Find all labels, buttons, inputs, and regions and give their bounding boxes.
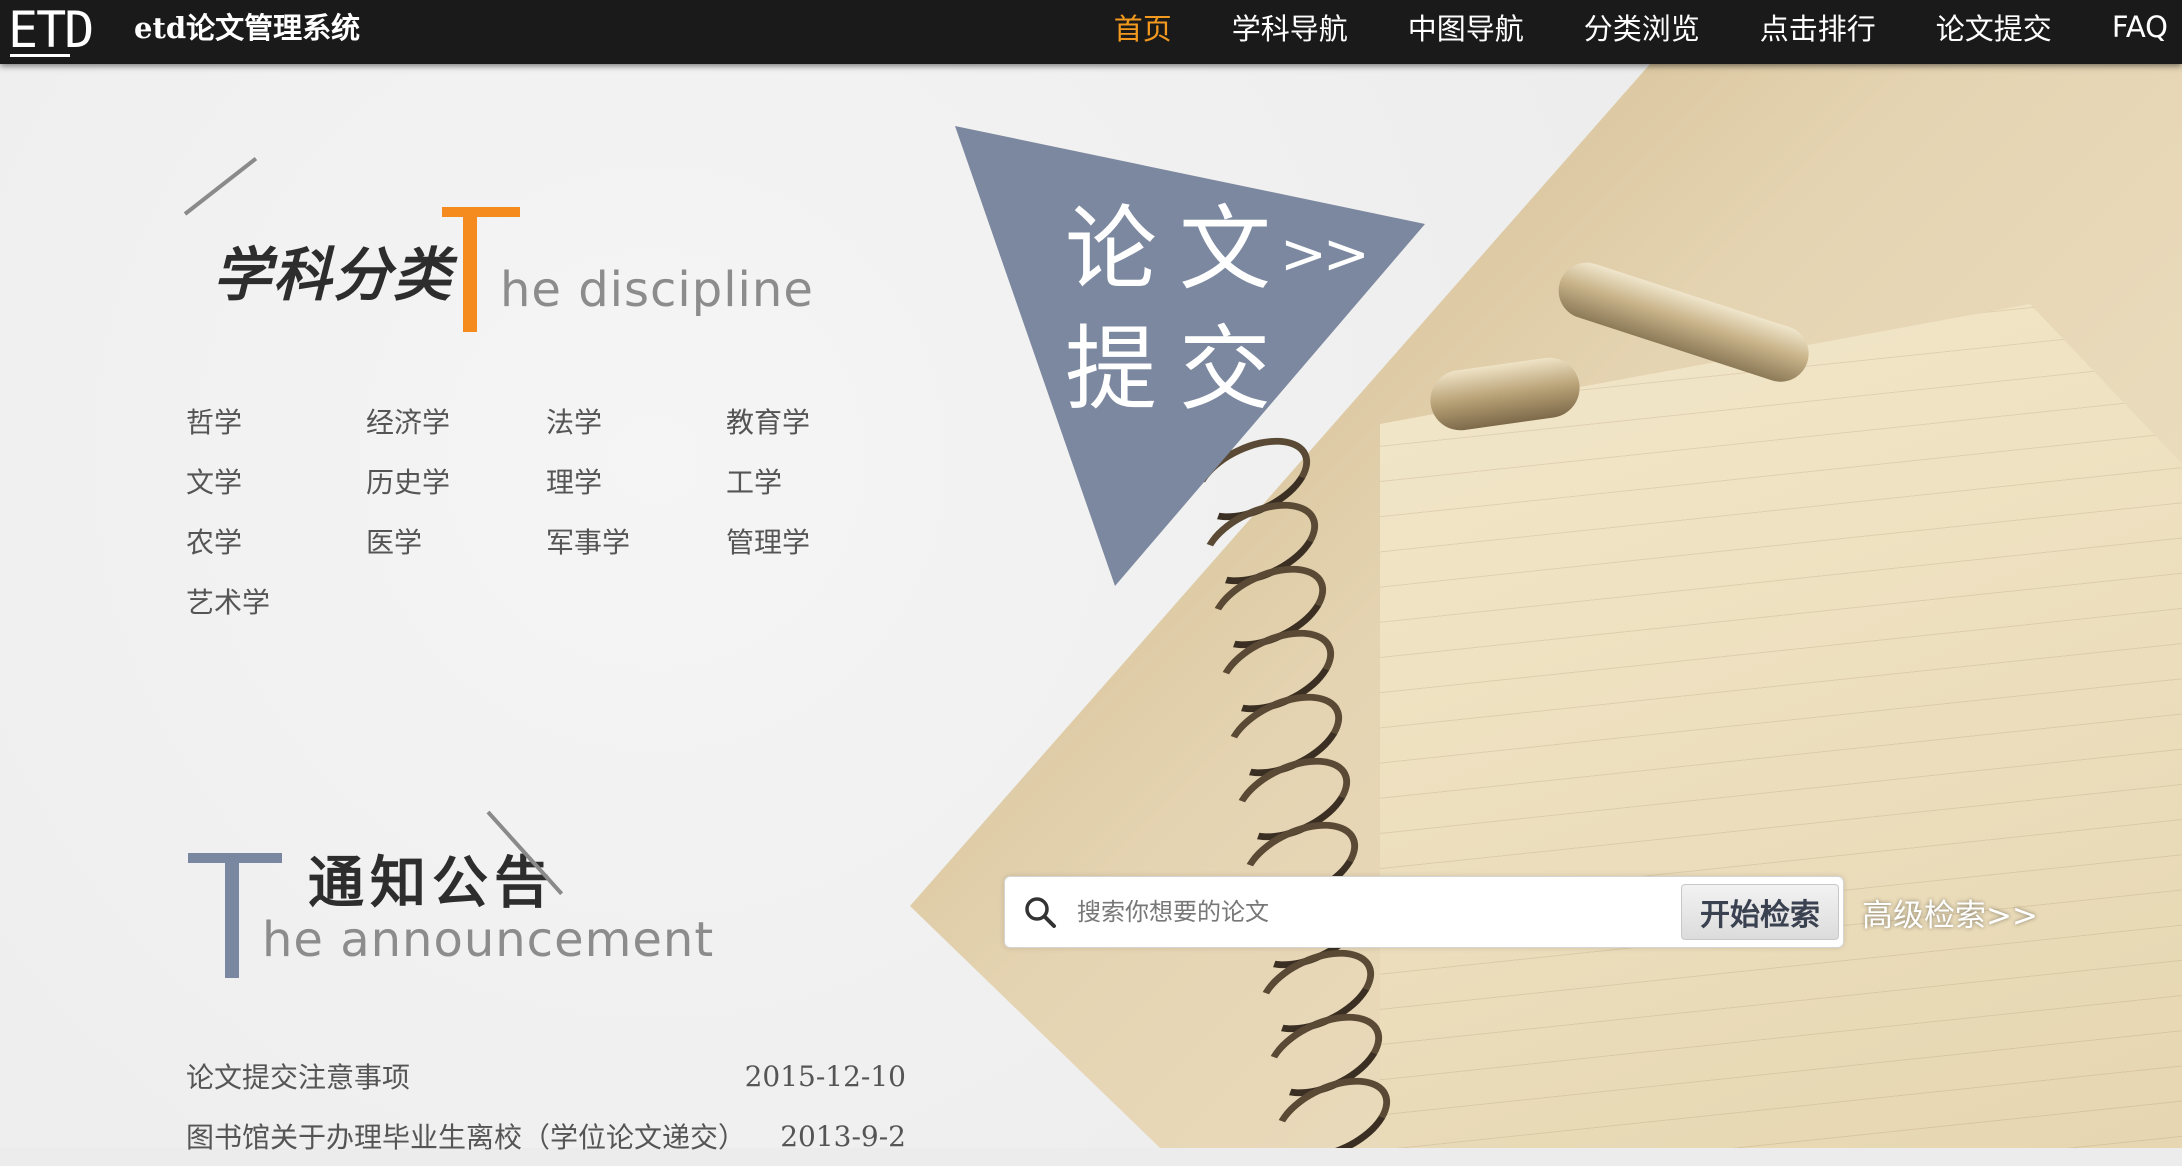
start-search-button[interactable]: 开始检索 <box>1681 884 1839 940</box>
announcement-title[interactable]: 图书馆关于办理毕业生离校（学位论文递交） <box>186 1116 746 1156</box>
app-title: etd论文管理系统 <box>134 11 361 45</box>
discipline-link[interactable]: 经济学 <box>366 404 546 442</box>
discipline-link[interactable]: 教育学 <box>726 404 906 442</box>
announcement-row: 图书馆关于办理毕业生离校（学位论文递交） 2013-9-2 <box>186 1106 906 1166</box>
nav-item-6[interactable]: FAQ <box>2112 10 2168 44</box>
submit-banner-line1[interactable]: 论文 <box>1065 200 1293 300</box>
logo-underline <box>10 54 70 57</box>
discipline-heading-T-stem <box>463 212 477 332</box>
submit-banner-line2[interactable]: 提交 <box>1065 320 1293 420</box>
discipline-link[interactable]: 管理学 <box>726 524 906 562</box>
discipline-link[interactable]: 历史学 <box>366 464 546 502</box>
discipline-link[interactable]: 医学 <box>366 524 546 562</box>
discipline-link[interactable]: 哲学 <box>186 404 366 442</box>
announcement-heading-en: he announcement <box>262 912 715 968</box>
discipline-list: 哲学 经济学 法学 教育学文学 历史学 理学 工学农学 医学 军事学 管理学艺术学 <box>186 404 906 622</box>
discipline-link[interactable]: 文学 <box>186 464 366 502</box>
nav-item-2[interactable]: 中图导航 <box>1408 6 1524 48</box>
advanced-search-link[interactable]: 高级检索>> <box>1862 890 2038 935</box>
discipline-link[interactable]: 农学 <box>186 524 366 562</box>
discipline-link[interactable]: 理学 <box>546 464 726 502</box>
announcement-date: 2015-12-10 <box>744 1059 906 1093</box>
submit-banner-arrows[interactable]: >> <box>1280 222 1370 287</box>
discipline-heading-cn: 学科分类 <box>213 241 454 309</box>
discipline-link[interactable]: 艺术学 <box>186 584 366 622</box>
announcement-row: 论文提交注意事项 2015-12-10 <box>186 1046 906 1106</box>
nav-item-0[interactable]: 首页 <box>1114 6 1172 48</box>
discipline-link[interactable]: 军事学 <box>546 524 726 562</box>
search-icon[interactable] <box>1023 895 1057 929</box>
search-input[interactable] <box>1075 889 1679 935</box>
nav-item-1[interactable]: 学科导航 <box>1232 6 1348 48</box>
discipline-heading-en: he discipline <box>500 262 814 318</box>
nav-item-3[interactable]: 分类浏览 <box>1584 6 1700 48</box>
announcement-title[interactable]: 论文提交注意事项 <box>186 1056 410 1096</box>
etd-logo[interactable]: ETD <box>8 4 118 56</box>
top-navigation-bar: ETD etd论文管理系统 首页 学科导航 中图导航 分类浏览 点击排行 论文提交 FAQ <box>0 0 2182 64</box>
announcement-list: 论文提交注意事项 2015-12-10 图书馆关于办理毕业生离校（学位论文递交） 20… <box>186 1046 906 1166</box>
announcement-heading-T-stem <box>225 858 239 978</box>
search-bar: 开始检索 <box>1004 876 1844 948</box>
nav-item-5[interactable]: 论文提交 <box>1936 6 2052 48</box>
main-nav: 首页 学科导航 中图导航 分类浏览 点击排行 论文提交 FAQ <box>1054 0 2168 54</box>
nav-item-4[interactable]: 点击排行 <box>1760 6 1876 48</box>
discipline-link[interactable]: 工学 <box>726 464 906 502</box>
discipline-link[interactable]: 法学 <box>546 404 726 442</box>
discipline-heading-T-bar <box>442 207 520 217</box>
